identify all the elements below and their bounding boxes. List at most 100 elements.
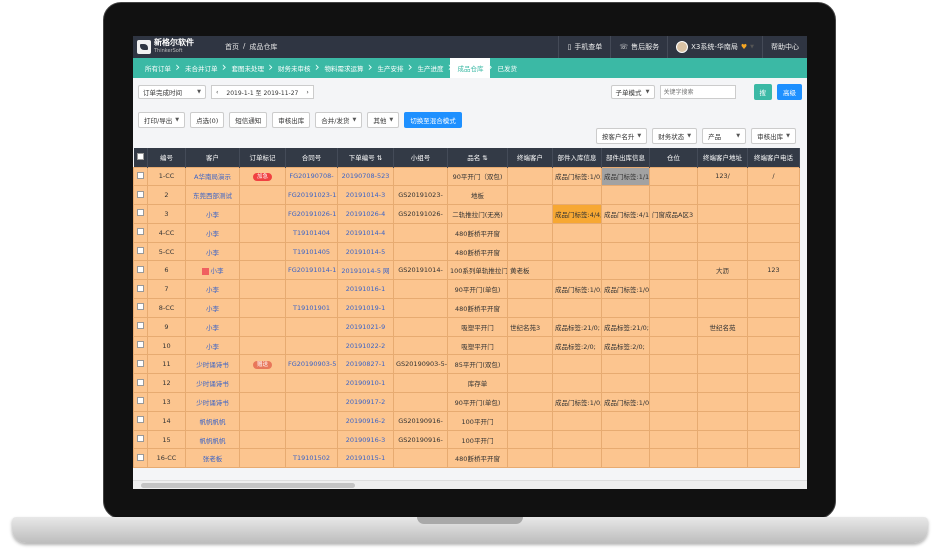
table-cell-client[interactable]: 东莞西部测试 [185, 185, 240, 206]
table-cell-contract[interactable]: T19101502 [285, 448, 338, 469]
switch-mode-button[interactable]: 切换至混合模式 [404, 112, 462, 128]
table-cell-order[interactable]: 20191016-1 [337, 279, 394, 300]
table-cell-contract[interactable] [285, 392, 338, 412]
table-cell-order[interactable]: 20190917-2 [337, 392, 394, 412]
row-checkbox[interactable] [133, 354, 148, 375]
column-header[interactable]: 品名 ⇅ [447, 148, 508, 167]
horizontal-scrollbar[interactable] [133, 480, 807, 489]
table-cell-client[interactable]: 帆帆帆帆 [185, 410, 240, 431]
table-cell-contract[interactable] [285, 335, 338, 356]
print-export-button[interactable]: 打印/导出 ▼ [138, 112, 186, 128]
row-checkbox[interactable] [133, 166, 148, 187]
flow-step[interactable]: 生产安排 [370, 58, 413, 78]
column-header[interactable]: 部件出库信息 [601, 148, 650, 167]
prev-date-icon[interactable]: ‹ [212, 89, 222, 96]
table-cell-client[interactable]: 少时诵诗书 [185, 354, 240, 375]
finance-status-select[interactable]: 财务状态 ▼ [652, 128, 698, 144]
column-header[interactable]: 订单标记 [239, 148, 286, 167]
table-cell-contract[interactable]: T19101901 [285, 298, 338, 318]
table-cell-client[interactable]: A华南局演示 [185, 166, 240, 187]
table-cell-order[interactable]: 20191014-3 [337, 185, 394, 206]
table-cell-contract[interactable]: FG20190903-5 [285, 354, 338, 375]
column-header[interactable]: 终端客户地址 [697, 148, 748, 167]
flow-step[interactable]: 成品仓库 [449, 58, 493, 78]
table-row[interactable]: 14 帆帆帆帆 20190916-2 GS20190916- 100平开门 [133, 410, 800, 431]
row-checkbox[interactable] [133, 448, 148, 469]
scrollbar-thumb[interactable] [141, 483, 355, 488]
table-row[interactable]: 7 小李 20191016-1 90平开门(单包) 成品门标签:1/0; 成品门标签:1/… [133, 279, 800, 300]
table-cell-contract[interactable] [285, 316, 338, 337]
row-checkbox[interactable] [133, 410, 148, 431]
table-cell-order[interactable]: 20191021-9 [337, 316, 394, 337]
help-center-button[interactable]: 帮助中心 [762, 36, 807, 58]
table-cell-contract[interactable]: T19101404 [285, 222, 338, 243]
column-header[interactable]: 下单编号 ⇅ [337, 148, 394, 167]
table-cell-client[interactable]: 少时诵诗书 [185, 373, 240, 394]
breadcrumb-home[interactable]: 首页 [225, 42, 239, 52]
table-row[interactable]: 15 帆帆帆帆 20190916-3 GS20190916- 100平开门 [133, 429, 800, 450]
table-cell-contract[interactable] [285, 429, 338, 450]
column-header[interactable]: 小组号 [393, 148, 448, 167]
table-cell-order[interactable]: 20190708-523 [337, 166, 394, 187]
sort-client-select[interactable]: 按客户名升 ▼ [595, 128, 648, 144]
table-row[interactable]: 10 小李 20191022-2 吸塑平开门 成品标签:2/0; 成品标签:2/0; [133, 335, 800, 356]
row-checkbox[interactable] [133, 335, 148, 356]
table-cell-contract[interactable]: FG20190708- [285, 166, 338, 187]
row-checkbox[interactable] [133, 260, 148, 281]
table-cell-client[interactable]: 小李 [185, 222, 240, 243]
table-cell-contract[interactable] [285, 279, 338, 300]
flow-step[interactable]: 物料需求运算 [317, 58, 373, 78]
row-checkbox[interactable] [133, 204, 148, 224]
row-checkbox[interactable] [133, 279, 148, 300]
table-row[interactable]: 1-CC A华南局演示 加急 FG20190708- 20190708-523 90平开门… [133, 166, 800, 187]
table-cell-client[interactable]: 小李 [185, 241, 240, 262]
other-button[interactable]: 其他 ▼ [367, 112, 400, 128]
column-header[interactable]: 终端客户 [507, 148, 553, 167]
row-checkbox[interactable] [133, 298, 148, 318]
flow-step[interactable]: 已发货 [490, 58, 524, 78]
table-row[interactable]: 16-CC 张老板 T19101502 20191015-1 480断桥平开窗 [133, 448, 800, 469]
column-header[interactable]: 编号 [147, 148, 186, 167]
table-cell-order[interactable]: 20191014-5 [337, 241, 394, 262]
next-date-icon[interactable]: › [302, 89, 312, 96]
table-cell-contract[interactable]: FG20191014-11 [285, 260, 338, 281]
table-cell-order[interactable]: 20191014-4 [337, 222, 394, 243]
date-type-select[interactable]: 订单完成时间 ▼ [138, 85, 206, 99]
column-header[interactable]: 部件入库信息 [552, 148, 602, 167]
table-cell-order[interactable]: 20190910-1 [337, 373, 394, 394]
table-cell-contract[interactable]: FG20191026-17 [285, 204, 338, 224]
table-cell-order[interactable]: 20190827-1 [337, 354, 394, 375]
mobile-order-button[interactable]: ▯ 手机查单 [558, 36, 610, 58]
table-row[interactable]: 11 少时诵诗书 赠送 FG20190903-5 20190827-1 GS2019090… [133, 354, 800, 375]
row-checkbox[interactable] [133, 222, 148, 243]
search-input[interactable] [659, 85, 736, 99]
row-checkbox[interactable] [133, 373, 148, 394]
column-header[interactable]: 客户 [185, 148, 240, 167]
user-menu[interactable]: X3系统-华南局 ♥ ▼ [667, 36, 762, 58]
audit-out-button[interactable]: 审核出库 [272, 112, 311, 128]
table-cell-client[interactable]: 小李 [185, 298, 240, 318]
table-cell-contract[interactable]: FG20191023-12 [285, 185, 338, 206]
table-cell-contract[interactable]: T19101405 [285, 241, 338, 262]
column-header[interactable]: 合同号 [285, 148, 338, 167]
table-row[interactable]: 13 少时诵诗书 20190917-2 90平开门(单包) 成品门标签:1/0; 成品门标… [133, 392, 800, 412]
table-cell-contract[interactable] [285, 373, 338, 394]
table-row[interactable]: 5-CC 小李 T19101405 20191014-5 480断桥平开窗 [133, 241, 800, 262]
table-cell-order[interactable]: 20190916-3 [337, 429, 394, 450]
flow-step[interactable]: 套图未处理 [224, 58, 273, 78]
audit-out-select[interactable]: 审核出库 ▼ [751, 128, 796, 144]
row-checkbox[interactable] [133, 429, 148, 450]
table-cell-client[interactable]: 小李 [185, 260, 240, 281]
column-header[interactable]: 终端客户电话 [747, 148, 800, 167]
table-cell-order[interactable]: 20191026-4 [337, 204, 394, 224]
table-row[interactable]: 2 东莞西部测试 FG20191023-12 20191014-3 GS20191023… [133, 185, 800, 206]
table-cell-client[interactable]: 小李 [185, 204, 240, 224]
row-checkbox[interactable] [133, 392, 148, 412]
table-cell-client[interactable]: 少时诵诗书 [185, 392, 240, 412]
after-sales-button[interactable]: ☏ 售后服务 [610, 36, 667, 58]
date-range-picker[interactable]: ‹ 2019-1-1 至 2019-11-27 › [211, 85, 314, 99]
table-row[interactable]: 3 小李 FG20191026-17 20191026-4 GS20191026- 二轨推… [133, 204, 800, 224]
sms-notify-button[interactable]: 短信通知 [229, 112, 268, 128]
mode-select[interactable]: 子单模式 ▼ [610, 85, 655, 99]
advanced-search-button[interactable]: 高级 [777, 84, 802, 100]
